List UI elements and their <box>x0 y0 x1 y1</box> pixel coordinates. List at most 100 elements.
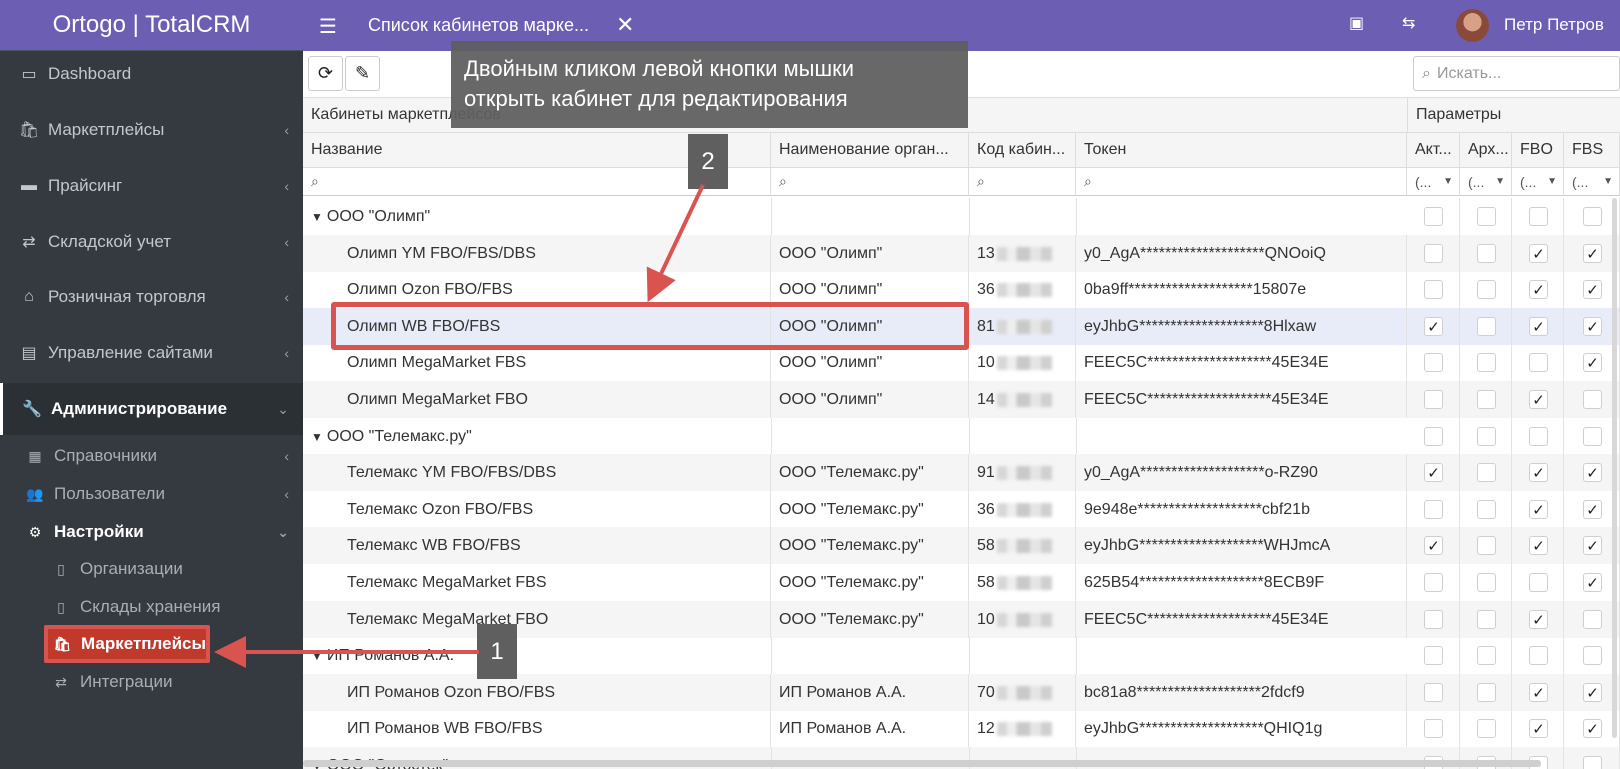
checkbox[interactable] <box>1424 427 1443 446</box>
checkbox-active[interactable] <box>1424 719 1443 738</box>
checkbox-archive[interactable] <box>1477 280 1496 299</box>
checkbox-fbs[interactable] <box>1583 390 1602 409</box>
column-filter-3[interactable]: ⌕ <box>969 168 1076 196</box>
checkbox-active[interactable] <box>1424 353 1443 372</box>
checkbox-fbs[interactable]: ✓ <box>1583 500 1602 519</box>
expand-caret-icon[interactable]: ▼ <box>311 210 323 224</box>
vertical-scrollbar[interactable] <box>1612 198 1617 738</box>
checkbox-active[interactable] <box>1424 683 1443 702</box>
checkbox-fbo[interactable] <box>1529 573 1548 592</box>
sidebar-subitem-3[interactable]: ⚙ Настройки ⌄ <box>0 513 303 551</box>
checkbox-fbs[interactable]: ✓ <box>1583 573 1602 592</box>
tab-title[interactable]: Список кабинетов марке... <box>368 15 589 36</box>
table-row[interactable]: Телемакс YM FBO/FBS/DBS ООО "Телемакс.ру"… <box>303 454 1620 491</box>
group-row[interactable]: ▼ ООО "Олимп" <box>303 198 1620 235</box>
edit-button[interactable]: ✎ <box>345 56 380 91</box>
checkbox-archive[interactable] <box>1477 610 1496 629</box>
table-row[interactable]: ИП Романов WB FBO/FBS ИП Романов А.А. 12 ey… <box>303 710 1620 747</box>
checkbox-active[interactable]: ✓ <box>1424 463 1443 482</box>
translate-icon[interactable]: ⇆ <box>1402 13 1415 33</box>
sidebar-subitem-2[interactable]: 👥 Пользователи ‹ <box>0 475 303 513</box>
sidebar-item-7[interactable]: 🔧 Администрирование ⌄ <box>0 383 303 435</box>
checkbox-fbs[interactable]: ✓ <box>1583 280 1602 299</box>
column-filter-8[interactable]: (... ▼ <box>1564 168 1620 196</box>
column-header-3[interactable]: Код кабин... <box>969 133 1076 168</box>
column-header-7[interactable]: FBO <box>1512 133 1564 168</box>
table-row[interactable]: Телемакс Ozon FBO/FBS ООО "Телемакс.ру" 36… <box>303 491 1620 528</box>
checkbox-fbo[interactable]: ✓ <box>1529 500 1548 519</box>
column-filter-2[interactable]: ⌕ <box>771 168 969 196</box>
checkbox[interactable] <box>1583 427 1602 446</box>
sidebar-subitem-6[interactable]: 🛍 Маркетплейсы <box>44 625 210 663</box>
checkbox-active[interactable] <box>1424 280 1443 299</box>
checkbox-archive[interactable] <box>1477 683 1496 702</box>
column-filter-7[interactable]: (... ▼ <box>1512 168 1564 196</box>
checkbox-archive[interactable] <box>1477 317 1496 336</box>
checkbox-fbs[interactable]: ✓ <box>1583 317 1602 336</box>
column-header-5[interactable]: Акт... <box>1407 133 1460 168</box>
checkbox-archive[interactable] <box>1477 390 1496 409</box>
chat-icon[interactable]: ▣ <box>1349 13 1364 33</box>
sidebar-item-5[interactable]: ⌂ Розничная торговля ‹ <box>0 271 303 323</box>
sidebar-subitem-7[interactable]: ⇄ Интеграции <box>0 663 303 701</box>
checkbox-fbo[interactable]: ✓ <box>1529 317 1548 336</box>
column-filter-5[interactable]: (... ▼ <box>1407 168 1460 196</box>
checkbox-fbo[interactable]: ✓ <box>1529 390 1548 409</box>
refresh-button[interactable]: ⟳ <box>308 56 343 91</box>
checkbox[interactable] <box>1583 646 1602 665</box>
checkbox-fbo[interactable]: ✓ <box>1529 719 1548 738</box>
checkbox-active[interactable] <box>1424 610 1443 629</box>
checkbox[interactable] <box>1424 207 1443 226</box>
sidebar-item-1[interactable]: ▭ Dashboard <box>0 48 303 100</box>
checkbox[interactable] <box>1529 646 1548 665</box>
checkbox[interactable] <box>1583 207 1602 226</box>
checkbox[interactable] <box>1477 427 1496 446</box>
checkbox-fbs[interactable]: ✓ <box>1583 463 1602 482</box>
column-header-4[interactable]: Токен <box>1076 133 1407 168</box>
table-row[interactable]: Телемакс MegaMarket FBS ООО "Телемакс.ру"… <box>303 564 1620 601</box>
checkbox[interactable] <box>1529 427 1548 446</box>
sidebar-item-3[interactable]: ▬ Прайсинг ‹ <box>0 160 303 212</box>
checkbox-fbs[interactable] <box>1583 610 1602 629</box>
checkbox-active[interactable]: ✓ <box>1424 536 1443 555</box>
expand-caret-icon[interactable]: ▼ <box>311 649 323 663</box>
checkbox-active[interactable]: ✓ <box>1424 317 1443 336</box>
column-header-2[interactable]: Наименование орган... <box>771 133 969 168</box>
checkbox-archive[interactable] <box>1477 353 1496 372</box>
checkbox-fbs[interactable]: ✓ <box>1583 683 1602 702</box>
table-row[interactable]: Олимп MegaMarket FBO ООО "Олимп" 14 FEEC5C*… <box>303 381 1620 418</box>
sidebar-subitem-4[interactable]: ▯ Организации <box>0 550 303 588</box>
checkbox-fbo[interactable]: ✓ <box>1529 463 1548 482</box>
checkbox-fbs[interactable]: ✓ <box>1583 353 1602 372</box>
checkbox[interactable] <box>1477 646 1496 665</box>
checkbox-archive[interactable] <box>1477 719 1496 738</box>
group-row[interactable]: ▼ ООО "Телемакс.ру" <box>303 418 1620 455</box>
table-row[interactable]: Телемакс WB FBO/FBS ООО "Телемакс.ру" 58 ey… <box>303 527 1620 564</box>
checkbox-archive[interactable] <box>1477 244 1496 263</box>
checkbox-active[interactable] <box>1424 390 1443 409</box>
user-name[interactable]: Петр Петров <box>1504 15 1604 35</box>
horizontal-scrollbar[interactable] <box>303 760 1541 767</box>
expand-caret-icon[interactable]: ▼ <box>311 430 323 444</box>
column-filter-6[interactable]: (... ▼ <box>1460 168 1512 196</box>
checkbox-fbo[interactable]: ✓ <box>1529 244 1548 263</box>
checkbox-fbo[interactable]: ✓ <box>1529 610 1548 629</box>
checkbox[interactable] <box>1477 207 1496 226</box>
brand-logo[interactable]: Ortogo | TotalCRM <box>0 0 303 51</box>
avatar[interactable] <box>1456 9 1489 42</box>
checkbox-fbs[interactable]: ✓ <box>1583 536 1602 555</box>
menu-icon[interactable]: ☰ <box>319 14 337 39</box>
sidebar-item-6[interactable]: ▤ Управление сайтами ‹ <box>0 327 303 379</box>
sidebar-subitem-5[interactable]: ▯ Склады хранения <box>0 588 303 626</box>
checkbox[interactable] <box>1583 756 1602 769</box>
checkbox-fbo[interactable]: ✓ <box>1529 536 1548 555</box>
close-icon[interactable]: ✕ <box>616 12 634 38</box>
sidebar-subitem-1[interactable]: ▦ Справочники ‹ <box>0 437 303 475</box>
checkbox-fbs[interactable]: ✓ <box>1583 719 1602 738</box>
checkbox-archive[interactable] <box>1477 500 1496 519</box>
checkbox-active[interactable] <box>1424 500 1443 519</box>
checkbox[interactable] <box>1424 646 1443 665</box>
checkbox-archive[interactable] <box>1477 536 1496 555</box>
checkbox-fbo[interactable]: ✓ <box>1529 280 1548 299</box>
sidebar-item-4[interactable]: ⇄ Складской учет ‹ <box>0 216 303 268</box>
